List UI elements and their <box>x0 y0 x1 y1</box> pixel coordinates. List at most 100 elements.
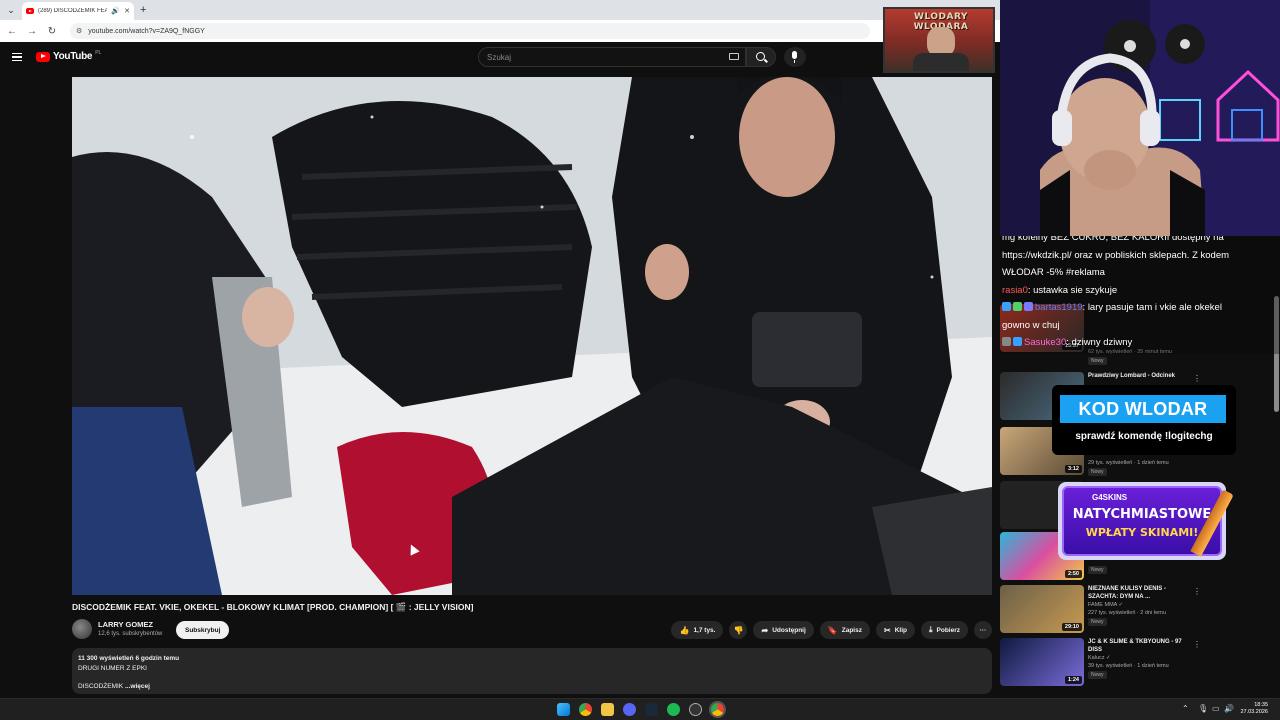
promo-code-overlay: KOD WLODAR sprawdź komendę !logitechg <box>1052 385 1236 455</box>
chat-username: rasia0 <box>1002 284 1028 296</box>
download-button[interactable]: ⤓ Pobierz <box>920 621 968 639</box>
volume-tray-icon[interactable]: 🔊 <box>1224 704 1234 713</box>
chat-line: mg kofeiny BEZ CUKRU, BEZ KALORII dostęp… <box>1002 236 1224 243</box>
search-placeholder: Szukaj <box>487 52 512 62</box>
display-tray-icon[interactable]: ▭ <box>1212 704 1220 713</box>
share-icon: ➦ <box>761 625 769 635</box>
video-frame <box>72 77 992 595</box>
browser-tabbar: ⌄ (289) DISCODŻEMIK FEAT. V 🔊 ✕ + <box>0 0 1000 20</box>
url-text: youtube.com/watch?v=ZA9Q_fNGGY <box>88 27 205 35</box>
streamer-logo-body <box>913 53 969 71</box>
dislike-button[interactable]: 👎 <box>729 621 748 639</box>
video-title: DISCODŻEMIK FEAT. VKIE, OKEKEL - BLOKOWY… <box>72 602 474 612</box>
chat-line: https://wkdzik.pl/ oraz w pobliskich skl… <box>1002 249 1230 261</box>
chat-username: bartas1919 <box>1035 302 1083 313</box>
back-icon[interactable]: ← <box>6 26 18 37</box>
microphone-tray-icon[interactable]: 🎙 <box>1198 704 1208 713</box>
search-input[interactable]: Szukaj <box>478 47 746 67</box>
promo-code-subtitle: sprawdź komendę !logitechg <box>1075 431 1213 442</box>
save-label: Zapisz <box>841 626 862 634</box>
screen: ⌄ (289) DISCODŻEMIK FEAT. V 🔊 ✕ + ← → ↻ … <box>0 0 1280 720</box>
hamburger-menu-icon[interactable] <box>12 53 22 61</box>
forward-icon[interactable]: → <box>26 26 38 37</box>
region-code: PL <box>95 49 102 56</box>
video-duration: 29:10 <box>1061 623 1082 631</box>
chat-line: WŁODAR -5% #reklama <box>1002 267 1105 278</box>
spotify-icon[interactable] <box>667 703 680 716</box>
related-menu-icon[interactable]: ⋮ <box>1193 587 1201 596</box>
related-meta: 29 tys. wyświetleń · 1 dzień temu Nowy <box>1088 459 1193 476</box>
related-menu-icon[interactable]: ⋮ <box>1193 640 1201 649</box>
promo-code-label: KOD WLODAR <box>1060 395 1226 423</box>
thumbs-up-icon: 👍 <box>679 625 690 635</box>
thumbs-down-icon: 👎 <box>733 625 744 635</box>
description-line-1: DRUGI NUMER Z EPKI <box>78 664 147 672</box>
file-explorer-icon[interactable] <box>601 703 614 716</box>
speaker-icon[interactable]: 🔊 <box>111 7 120 15</box>
video-description[interactable]: 11 300 wyświetleń 6 godzin temu DRUGI NU… <box>72 648 992 694</box>
streamer-logo-overlay: WLODARY WLODARA <box>883 7 995 73</box>
more-icon: ··· <box>979 626 987 634</box>
chat-badge-icon <box>1002 337 1011 346</box>
clip-button[interactable]: ✂ Klip <box>875 621 915 639</box>
webcam-scene <box>1000 0 1280 236</box>
new-badge: Nowy <box>1088 618 1107 626</box>
channel-name[interactable]: LARRY GOMEZ <box>98 620 153 629</box>
description-line-2-row: DISCODŻEMIK ...więcej <box>78 682 986 692</box>
new-tab-button[interactable]: + <box>140 4 146 16</box>
tab-list-icon[interactable]: ⌄ <box>3 2 19 18</box>
related-channel: Kalucz ✓ <box>1088 655 1111 661</box>
site-info-icon[interactable]: ⚙ <box>76 27 82 35</box>
related-video-7[interactable]: 1:24 JC & K SLIME & TKBYOUNG - 97 DISS K… <box>1000 638 1200 690</box>
related-thumbnail: 1:24 <box>1000 638 1084 686</box>
stream-chat-overlay: mg kofeiny BEZ CUKRU, BEZ KALORII dostęp… <box>1000 236 1280 354</box>
share-label: Udostępnij <box>772 626 806 634</box>
close-tab-icon[interactable]: ✕ <box>124 7 130 15</box>
channel-avatar[interactable] <box>72 619 92 639</box>
steam-icon[interactable] <box>645 703 658 716</box>
chrome-active-icon[interactable] <box>711 703 724 716</box>
youtube-logo[interactable]: YouTube PL <box>36 49 102 62</box>
show-more-link[interactable]: ...więcej <box>125 683 150 690</box>
youtube-logo-text: YouTube <box>53 51 93 62</box>
new-badge: Nowy <box>1088 357 1107 365</box>
youtube-play-logo-icon <box>36 51 50 62</box>
browser-tab[interactable]: (289) DISCODŻEMIK FEAT. V 🔊 ✕ <box>22 2 134 20</box>
chat-badge-icon <box>1002 302 1011 311</box>
description-stats: 11 300 wyświetleń 6 godzin temu <box>78 655 180 662</box>
video-player[interactable] <box>72 77 992 595</box>
url-field[interactable]: ⚙ youtube.com/watch?v=ZA9Q_fNGGY <box>70 23 870 39</box>
related-views: 227 tys. wyświetleń · 2 dni temu <box>1088 610 1166 616</box>
reload-icon[interactable]: ↻ <box>46 26 58 37</box>
related-video-6[interactable]: 29:10 NIEZNANE KULISY DENIS - SZACHTA: D… <box>1000 585 1200 637</box>
video-duration: 3:12 <box>1064 465 1082 473</box>
new-badge: Nowy <box>1088 468 1107 476</box>
video-actions: 👍 1,7 tys. 👎 ➦ Udostępnij 🔖 Zapisz ✂ Kli… <box>671 621 992 639</box>
chat-message: Sasuke30: dziwny dziwny <box>1002 334 1280 352</box>
chat-message: rasia0: ustawka sie szykuje <box>1002 282 1280 300</box>
taskbar-clock[interactable]: 18:35 27.03.2026 <box>1240 702 1268 716</box>
share-button[interactable]: ➦ Udostępnij <box>753 621 814 639</box>
related-title: JC & K SLIME & TKBYOUNG - 97 DISS <box>1088 639 1182 653</box>
address-bar: ← → ↻ ⚙ youtube.com/watch?v=ZA9Q_fNGGY <box>0 20 1000 42</box>
clock-date: 27.03.2026 <box>1240 709 1268 715</box>
tray-chevron-icon[interactable]: ⌃ <box>1182 704 1189 713</box>
related-channel: FAME MMA ✓ <box>1088 602 1124 608</box>
search-button[interactable] <box>746 47 776 67</box>
chat-message: bartas1919: lary pasuje tam i vkie ale o… <box>1002 299 1280 317</box>
description-line-2: DISCODŻEMIK <box>78 683 124 690</box>
subscribe-button[interactable]: Subskrybuj <box>176 621 230 639</box>
keyboard-icon[interactable] <box>729 53 739 60</box>
skins-ad-logo: G4SKINS <box>1092 493 1128 502</box>
clip-label: Klip <box>894 626 907 634</box>
save-button[interactable]: 🔖 Zapisz <box>819 621 870 639</box>
discord-icon[interactable] <box>623 703 636 716</box>
video-duration: 2:50 <box>1064 570 1082 578</box>
clock-time: 18:35 <box>1254 702 1268 708</box>
start-icon[interactable] <box>557 703 570 716</box>
like-button[interactable]: 👍 1,7 tys. <box>671 621 724 639</box>
obs-icon[interactable] <box>689 703 702 716</box>
voice-search-button[interactable] <box>784 47 806 67</box>
chrome-icon[interactable] <box>579 703 592 716</box>
more-actions-button[interactable]: ··· <box>974 621 992 639</box>
